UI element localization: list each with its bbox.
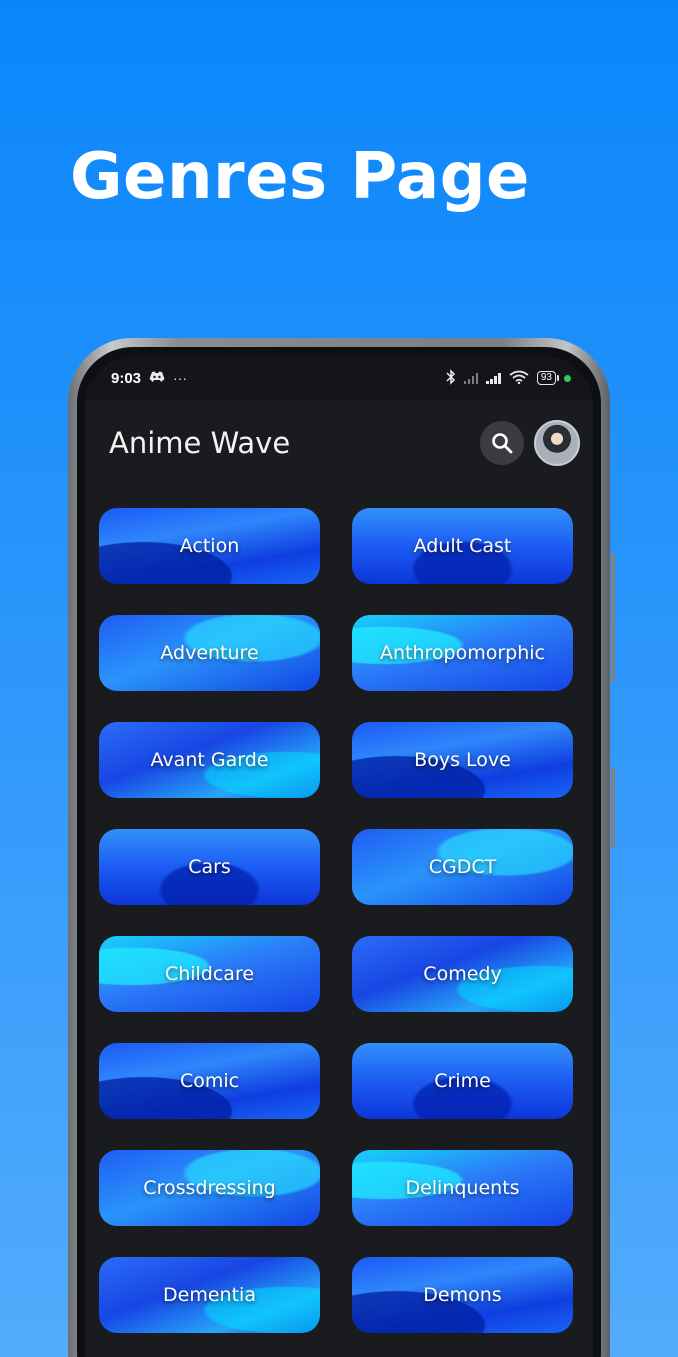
genre-label: Avant Garde: [150, 749, 269, 771]
genre-label: Adult Cast: [413, 535, 512, 557]
genre-card-dementia[interactable]: Dementia: [99, 1257, 320, 1333]
genre-card-action[interactable]: Action: [99, 508, 320, 584]
genre-card-adult-cast[interactable]: Adult Cast: [352, 508, 573, 584]
more-notifications-icon: ···: [173, 370, 188, 386]
phone-frame: 9:03 ··· 93 Anime Wave Action Adult Cast…: [68, 338, 615, 1357]
search-button[interactable]: [480, 421, 524, 465]
genre-label: Comedy: [423, 963, 502, 985]
app-screen: 9:03 ··· 93 Anime Wave Action Adult Cast…: [85, 356, 593, 1357]
status-bar: 9:03 ··· 93: [85, 356, 593, 400]
genre-card-delinquents[interactable]: Delinquents: [352, 1150, 573, 1226]
signal-sim1-icon: [463, 372, 479, 384]
genre-label: Delinquents: [405, 1177, 520, 1199]
genre-card-demons[interactable]: Demons: [352, 1257, 573, 1333]
genre-card-cars[interactable]: Cars: [99, 829, 320, 905]
genre-label: Dementia: [163, 1284, 256, 1306]
genre-label: Action: [179, 535, 240, 557]
profile-avatar[interactable]: [534, 420, 580, 466]
genre-grid: Action Adult Cast Adventure Anthropomorp…: [85, 486, 593, 1333]
genre-label: Crime: [434, 1070, 491, 1092]
genre-card-anthropomorphic[interactable]: Anthropomorphic: [352, 615, 573, 691]
genre-card-crossdressing[interactable]: Crossdressing: [99, 1150, 320, 1226]
genre-label: Adventure: [160, 642, 259, 664]
genre-card-avant-garde[interactable]: Avant Garde: [99, 722, 320, 798]
genre-card-childcare[interactable]: Childcare: [99, 936, 320, 1012]
genre-label: Anthropomorphic: [379, 642, 545, 664]
app-title: Anime Wave: [109, 426, 291, 460]
discord-icon: [149, 370, 165, 386]
genre-label: Crossdressing: [143, 1177, 276, 1199]
bluetooth-icon: [446, 368, 456, 388]
genre-card-comic[interactable]: Comic: [99, 1043, 320, 1119]
power-button: [611, 768, 615, 848]
genre-card-comedy[interactable]: Comedy: [352, 936, 573, 1012]
genre-label: Cars: [188, 856, 231, 878]
genre-label: Comic: [179, 1070, 240, 1092]
battery-icon: 93: [536, 371, 560, 385]
page-heading: Genres Page: [70, 140, 530, 214]
wifi-icon: [509, 370, 529, 387]
signal-sim2-icon: [486, 372, 501, 384]
genre-label: Childcare: [164, 963, 255, 985]
volume-button: [611, 553, 615, 683]
genre-card-crime[interactable]: Crime: [352, 1043, 573, 1119]
status-time: 9:03: [111, 369, 142, 387]
genre-label: CGDCT: [428, 856, 497, 878]
genre-card-boys-love[interactable]: Boys Love: [352, 722, 573, 798]
privacy-indicator-dot: [564, 374, 571, 382]
search-icon: [492, 433, 513, 454]
genre-label: Boys Love: [414, 749, 511, 771]
genre-label: Demons: [423, 1284, 502, 1306]
genre-card-adventure[interactable]: Adventure: [99, 615, 320, 691]
app-bar: Anime Wave: [85, 400, 593, 486]
genre-card-cgdct[interactable]: CGDCT: [352, 829, 573, 905]
